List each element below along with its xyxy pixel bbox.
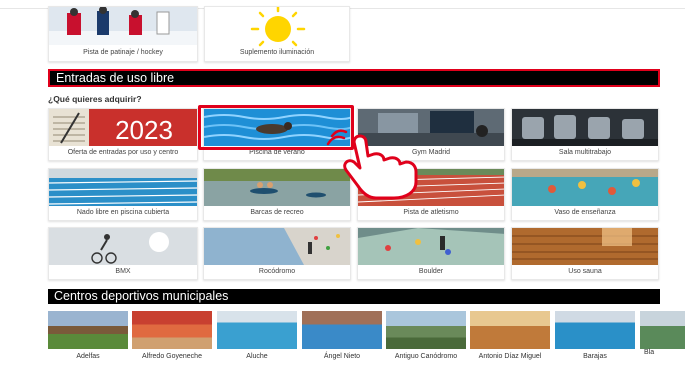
card-label: Suplemento iluminación (239, 49, 315, 56)
center-label: Adelfas (76, 353, 100, 360)
card-oferta-entradas[interactable]: 2023 Oferta de entradas por uso y centro (48, 108, 198, 161)
center-photo (470, 311, 550, 349)
dumbbells-photo (512, 109, 658, 146)
center-photo (386, 311, 466, 349)
ice-rink-photo (49, 7, 197, 45)
center-photo (48, 311, 128, 349)
teaching-pool-photo (512, 169, 658, 206)
card-suplemento-iluminacion[interactable]: Suplemento iluminación (204, 6, 350, 62)
svg-text:2023: 2023 (115, 115, 173, 145)
section-title-centros: Centros deportivos municipales (48, 289, 660, 304)
card-label: Pista de patinaje / hockey (83, 49, 163, 56)
center-aluche[interactable]: Aluche (217, 311, 297, 365)
card-nado-libre[interactable]: Nado libre en piscina cubierta (48, 168, 198, 221)
section-title-text: Centros deportivos municipales (54, 289, 229, 303)
card-label: Barcas de recreo (250, 209, 304, 216)
section-title-text: Entradas de uso libre (56, 71, 175, 85)
center-adelfas[interactable]: Adelfas (48, 311, 128, 365)
center-photo (217, 311, 297, 349)
card-pista-patinaje[interactable]: Pista de patinaje / hockey (48, 6, 198, 62)
boulder-photo (358, 228, 504, 265)
center-label: Bla (644, 349, 655, 356)
card-uso-sauna[interactable]: Uso sauna (511, 227, 659, 280)
climbing-wall-photo (204, 228, 350, 265)
center-angel-nieto[interactable]: Ángel Nieto (302, 311, 382, 365)
bmx-photo (49, 228, 197, 265)
center-label: Ángel Nieto (323, 353, 361, 360)
calendar-photo: 2023 (49, 109, 197, 146)
card-label: Oferta de entradas por uso y centro (67, 149, 179, 156)
center-label: Antonio Díaz Miguel (478, 353, 542, 360)
card-label: Rocódromo (258, 268, 296, 275)
card-label: BMX (115, 268, 131, 275)
card-label: Pista de atletismo (403, 209, 459, 216)
question-label: ¿Qué quieres adquirir? (48, 94, 142, 104)
card-bmx[interactable]: BMX (48, 227, 198, 280)
center-photo (132, 311, 212, 349)
center-antonio-diaz-miguel[interactable]: Antonio Díaz Miguel (470, 311, 550, 365)
section-title-entradas: Entradas de uso libre (48, 69, 660, 87)
hand-pointer-icon (324, 120, 434, 200)
center-photo (555, 311, 635, 349)
card-label: Vaso de enseñanza (554, 209, 616, 216)
center-label: Barajas (583, 353, 607, 360)
center-label: Aluche (246, 353, 268, 360)
card-label: Uso sauna (568, 268, 602, 275)
card-vaso-ensenanza[interactable]: Vaso de enseñanza (511, 168, 659, 221)
center-alfredo-goyeneche[interactable]: Alfredo Goyeneche (132, 311, 212, 365)
card-label: Sala multitrabajo (558, 149, 612, 156)
center-partial[interactable]: Bla (640, 311, 685, 365)
card-boulder[interactable]: Boulder (357, 227, 505, 280)
card-sala-multitrabajo[interactable]: Sala multitrabajo (511, 108, 659, 161)
center-antiguo-canodromo[interactable]: Antiguo Canódromo (386, 311, 466, 365)
center-barajas[interactable]: Barajas (555, 311, 635, 365)
center-label: Alfredo Goyeneche (142, 353, 202, 360)
sun-icon (205, 7, 349, 47)
sauna-photo (512, 228, 658, 265)
center-photo (640, 311, 685, 349)
center-photo (302, 311, 382, 349)
card-label: Nado libre en piscina cubierta (76, 209, 170, 216)
card-label: Boulder (418, 268, 444, 275)
card-rocodromo[interactable]: Rocódromo (203, 227, 351, 280)
center-label: Antiguo Canódromo (394, 353, 458, 360)
indoor-pool-photo (49, 169, 197, 206)
